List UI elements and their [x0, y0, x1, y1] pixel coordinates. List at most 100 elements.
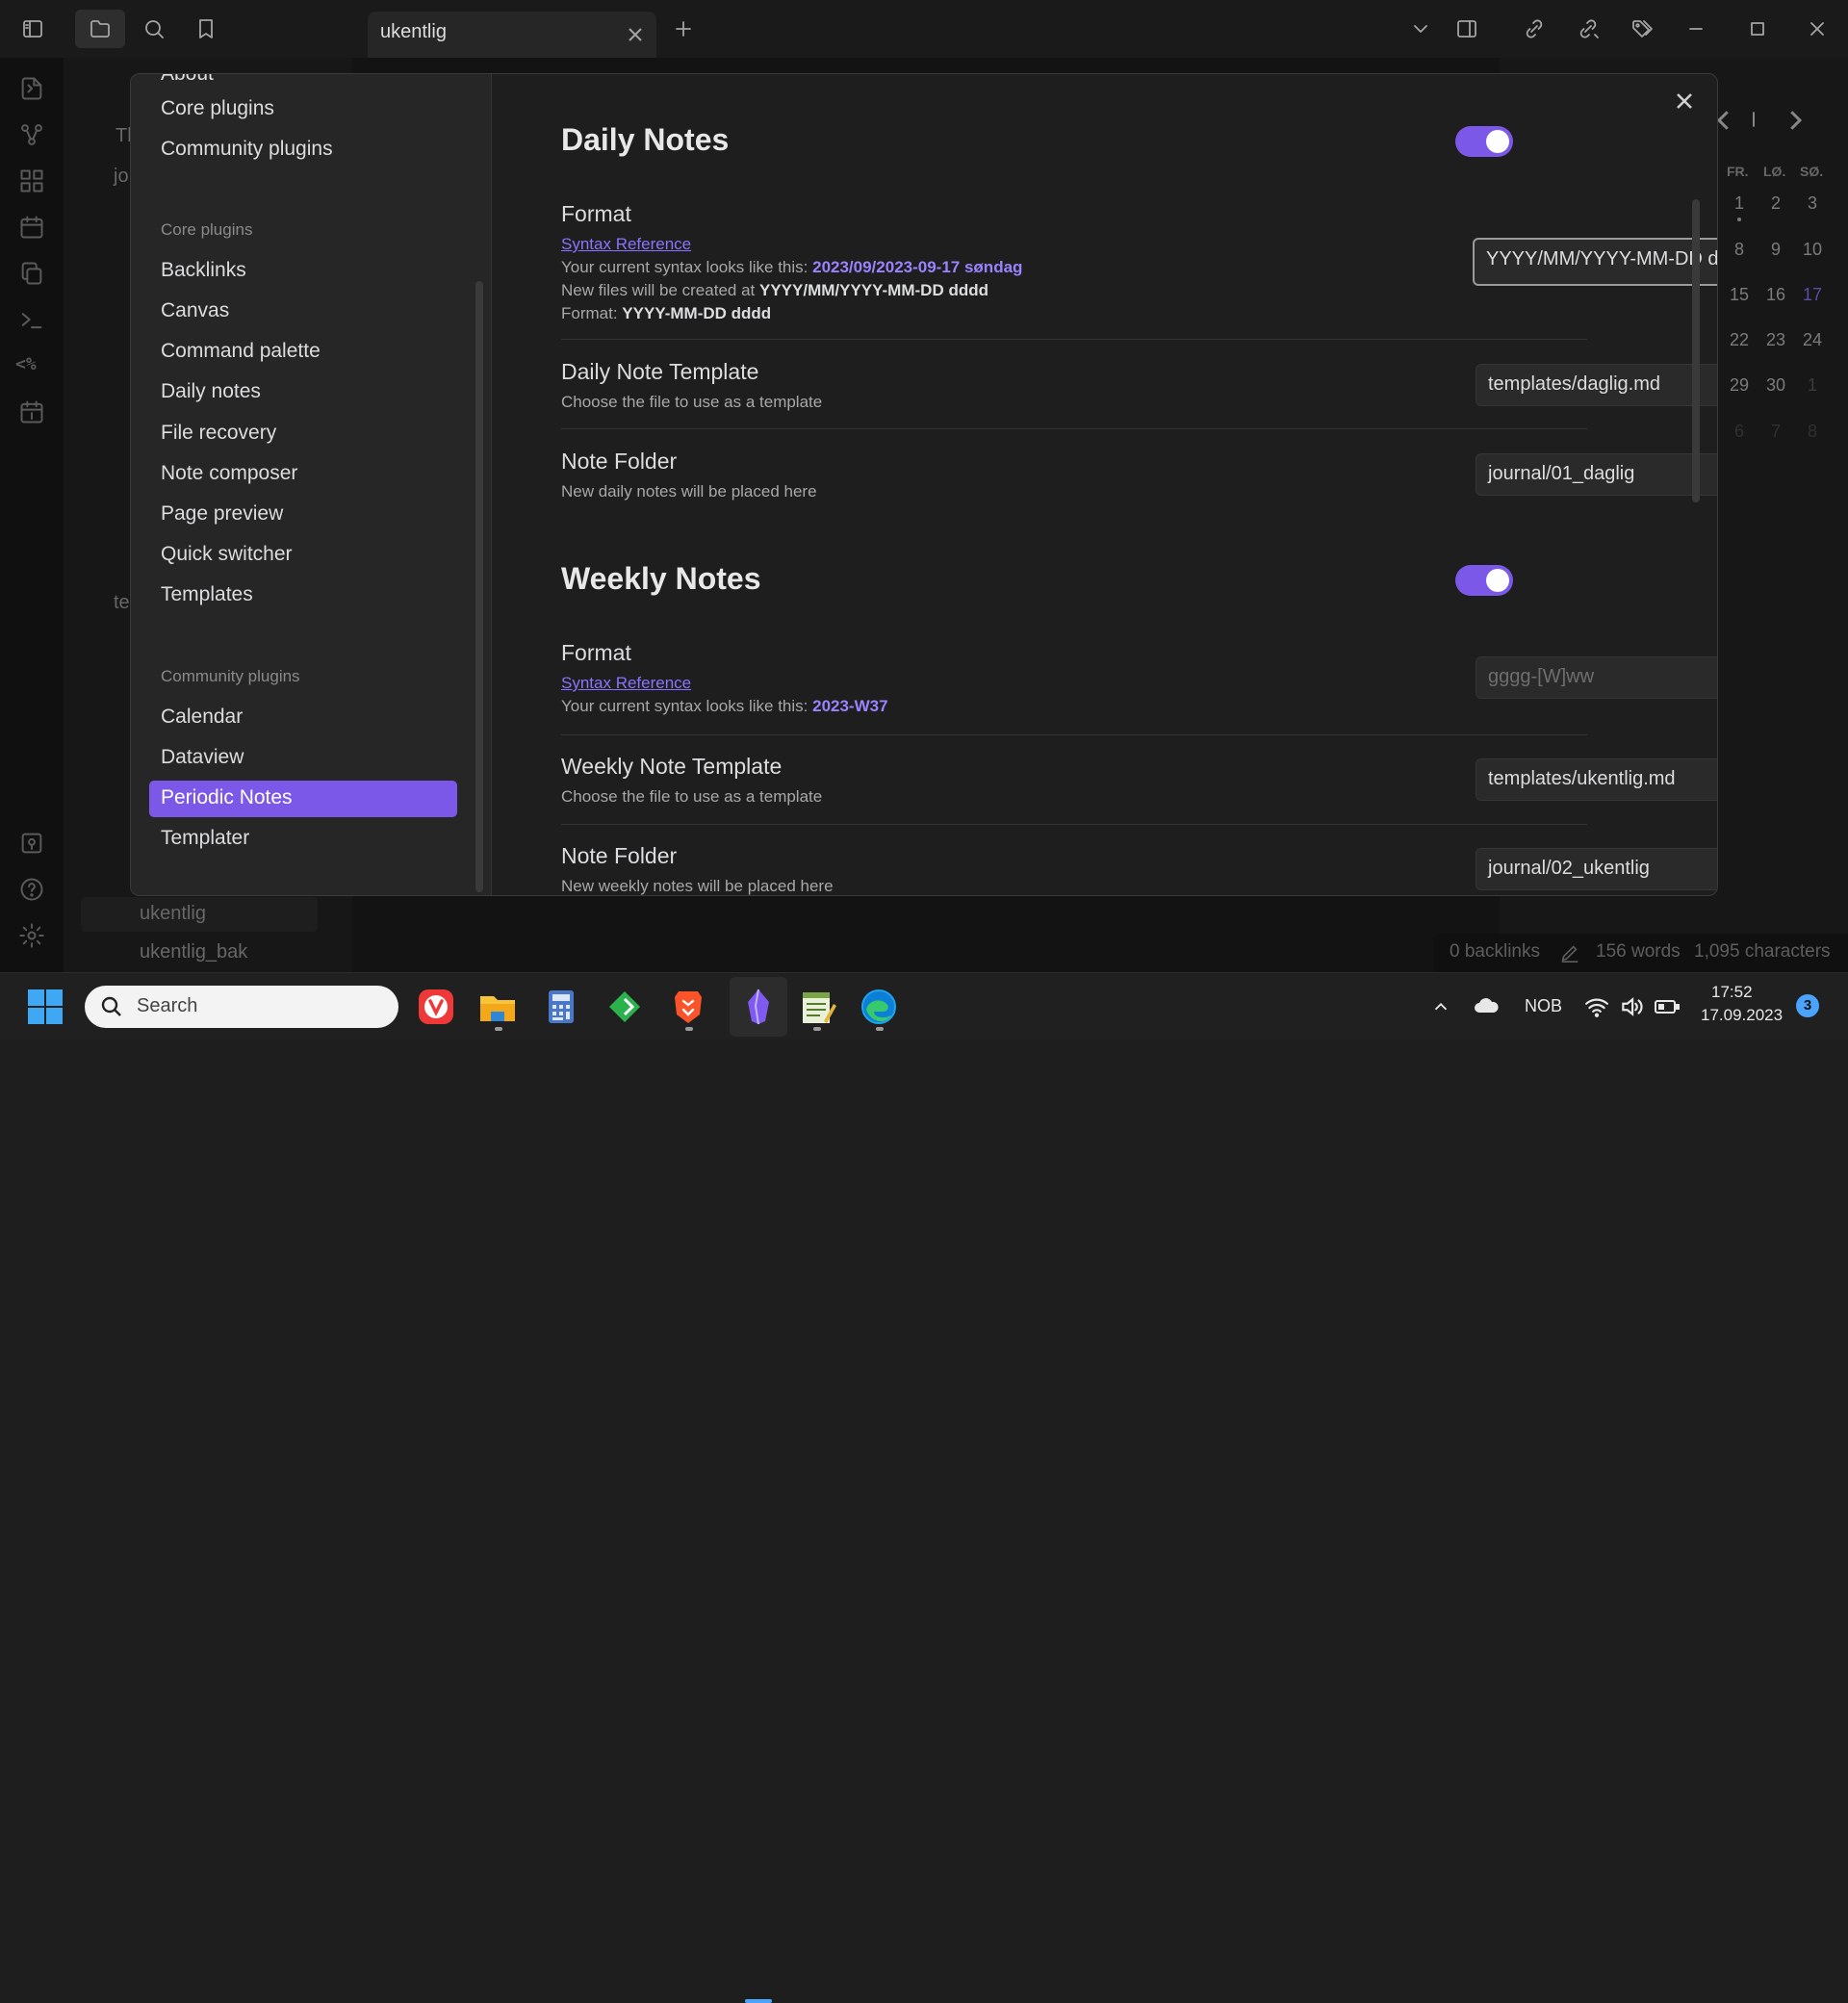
- nav-item-page-preview[interactable]: Page preview: [161, 502, 283, 526]
- weekly-template-input[interactable]: templates/ukentlig.md: [1476, 758, 1717, 801]
- nav-item-periodic-notes[interactable]: Periodic Notes: [161, 786, 293, 809]
- nav-item-canvas[interactable]: Canvas: [161, 299, 229, 322]
- daily-template-description: Choose the file to use as a template: [561, 393, 823, 411]
- app-running-indicator: [876, 1027, 884, 1031]
- files-icon[interactable]: [75, 10, 125, 48]
- daily-format-label: Format: [561, 201, 631, 226]
- toggle-right-sidebar-icon[interactable]: [1451, 13, 1482, 44]
- input-language[interactable]: NOB: [1525, 996, 1562, 1016]
- plugin-link-icon[interactable]: [1519, 13, 1550, 44]
- content-scrollbar[interactable]: [1692, 199, 1700, 502]
- daily-folder-description: New daily notes will be placed here: [561, 482, 817, 501]
- brave-app-icon[interactable]: [668, 987, 708, 1027]
- settings-content: Daily Notes Format Syntax Reference Your…: [493, 74, 1717, 895]
- nav-item-calendar[interactable]: Calendar: [161, 706, 243, 729]
- title-bar: ukentlig: [0, 0, 1848, 58]
- chevron-down-icon[interactable]: [1405, 13, 1436, 44]
- nav-item-backlinks[interactable]: Backlinks: [161, 259, 246, 282]
- taskbar-search[interactable]: Search: [85, 986, 398, 1028]
- active-app-indicator: [745, 1999, 772, 2003]
- nav-item-command-palette[interactable]: Command palette: [161, 340, 321, 363]
- nav-item-templater[interactable]: Templater: [161, 827, 249, 850]
- toggle-left-sidebar-icon[interactable]: [17, 13, 48, 44]
- nav-item-file-recovery[interactable]: File recovery: [161, 422, 276, 445]
- nav-item-community-plugins[interactable]: Community plugins: [161, 138, 333, 161]
- bookmark-icon[interactable]: [191, 13, 221, 44]
- daily-template-label: Daily Note Template: [561, 359, 759, 384]
- format-prefix: Format:: [561, 304, 623, 322]
- weekly-format-label: Format: [561, 640, 631, 665]
- toggle-knob: [1486, 130, 1509, 153]
- nav-item-templates[interactable]: Templates: [161, 583, 253, 606]
- clock-time[interactable]: 17:52: [1711, 983, 1753, 1002]
- syntax-prefix: Your current syntax looks like this:: [561, 258, 813, 276]
- taskbar-search-label: Search: [137, 995, 198, 1016]
- app-running-indicator: [813, 1027, 821, 1031]
- divider: [561, 428, 1587, 429]
- wifi-icon[interactable]: [1584, 994, 1609, 1019]
- share-link-icon[interactable]: [1573, 13, 1604, 44]
- app-running-indicator: [495, 1027, 502, 1031]
- daily-created-path: YYYY/MM/YYYY-MM-DD dddd: [758, 281, 988, 299]
- taskbar: Search NOB 17:52 17.09.2023 3: [0, 972, 1848, 2003]
- weekly-folder-description: New weekly notes will be placed here: [561, 877, 834, 895]
- notification-badge[interactable]: 3: [1796, 994, 1819, 1017]
- onedrive-cloud-icon[interactable]: [1473, 994, 1500, 1017]
- calculator-app-icon[interactable]: [541, 987, 581, 1027]
- daily-folder-label: Note Folder: [561, 449, 678, 474]
- nav-group-community: Community plugins: [161, 667, 300, 685]
- tab-ukentlig[interactable]: ukentlig: [368, 12, 656, 58]
- nav-item-about[interactable]: About: [161, 74, 214, 86]
- search-icon[interactable]: [139, 13, 169, 44]
- weekly-format-input[interactable]: gggg-[W]ww: [1476, 656, 1717, 699]
- obsidian-app-icon[interactable]: [738, 987, 779, 1027]
- syntax-prefix: Your current syntax looks like this:: [561, 697, 813, 715]
- close-window-icon[interactable]: [1802, 13, 1833, 44]
- search-icon: [100, 995, 123, 1018]
- nav-item-note-composer[interactable]: Note composer: [161, 462, 297, 485]
- daily-syntax-preview: 2023/09/2023-09-17 søndag: [812, 258, 1023, 276]
- vivaldi-app-icon[interactable]: [416, 987, 456, 1027]
- daily-format-input[interactable]: YYYY/MM/YYYY-MM-DD ddd: [1473, 238, 1717, 286]
- close-modal-icon[interactable]: [1671, 88, 1698, 115]
- daily-syntax-reference-link[interactable]: Syntax Reference: [561, 235, 691, 253]
- weekly-notes-toggle[interactable]: [1455, 565, 1513, 596]
- windows-start-icon[interactable]: [27, 989, 64, 1025]
- nav-item-core-plugins[interactable]: Core plugins: [161, 97, 274, 120]
- close-tab-icon[interactable]: [624, 23, 647, 46]
- divider: [561, 734, 1587, 735]
- file-explorer-app-icon[interactable]: [477, 987, 518, 1027]
- notepad-app-icon[interactable]: [797, 987, 837, 1027]
- weekly-syntax-reference-link[interactable]: Syntax Reference: [561, 674, 691, 692]
- daily-template-input[interactable]: templates/daglig.md: [1476, 364, 1717, 406]
- maximize-icon[interactable]: [1742, 13, 1773, 44]
- nav-item-daily-notes[interactable]: Daily notes: [161, 380, 261, 403]
- weekly-template-description: Choose the file to use as a template: [561, 787, 823, 806]
- nav-group-core: Core plugins: [161, 220, 253, 239]
- weekly-folder-label: Note Folder: [561, 843, 678, 868]
- feedly-app-icon[interactable]: [604, 987, 645, 1027]
- weekly-template-label: Weekly Note Template: [561, 754, 783, 779]
- new-tab-icon[interactable]: [668, 13, 699, 44]
- weekly-folder-input[interactable]: journal/02_ukentlig: [1476, 848, 1717, 890]
- edge-app-icon[interactable]: [859, 987, 899, 1027]
- nav-item-quick-switcher[interactable]: Quick switcher: [161, 543, 293, 566]
- weekly-notes-heading: Weekly Notes: [561, 561, 761, 596]
- volume-icon[interactable]: [1619, 994, 1644, 1019]
- daily-folder-input[interactable]: journal/01_daglig: [1476, 453, 1717, 496]
- nav-scrollbar[interactable]: [475, 281, 483, 892]
- weekly-format-description: Syntax Reference Your current syntax loo…: [561, 672, 888, 718]
- settings-modal: About Core plugins Community plugins Cor…: [130, 73, 1718, 896]
- toggle-knob: [1486, 569, 1509, 592]
- daily-notes-heading: Daily Notes: [561, 122, 730, 157]
- daily-notes-toggle[interactable]: [1455, 126, 1513, 157]
- minimize-icon[interactable]: [1681, 13, 1711, 44]
- daily-format-value: YYYY-MM-DD dddd: [622, 304, 772, 322]
- tags-icon[interactable]: [1627, 13, 1657, 44]
- show-hidden-icons-chevron-icon[interactable]: [1430, 996, 1451, 1017]
- nav-item-dataview[interactable]: Dataview: [161, 746, 244, 769]
- clock-date[interactable]: 17.09.2023: [1701, 1006, 1783, 1025]
- divider: [561, 339, 1587, 340]
- settings-nav: About Core plugins Community plugins Cor…: [131, 74, 492, 895]
- battery-icon[interactable]: [1654, 996, 1681, 1017]
